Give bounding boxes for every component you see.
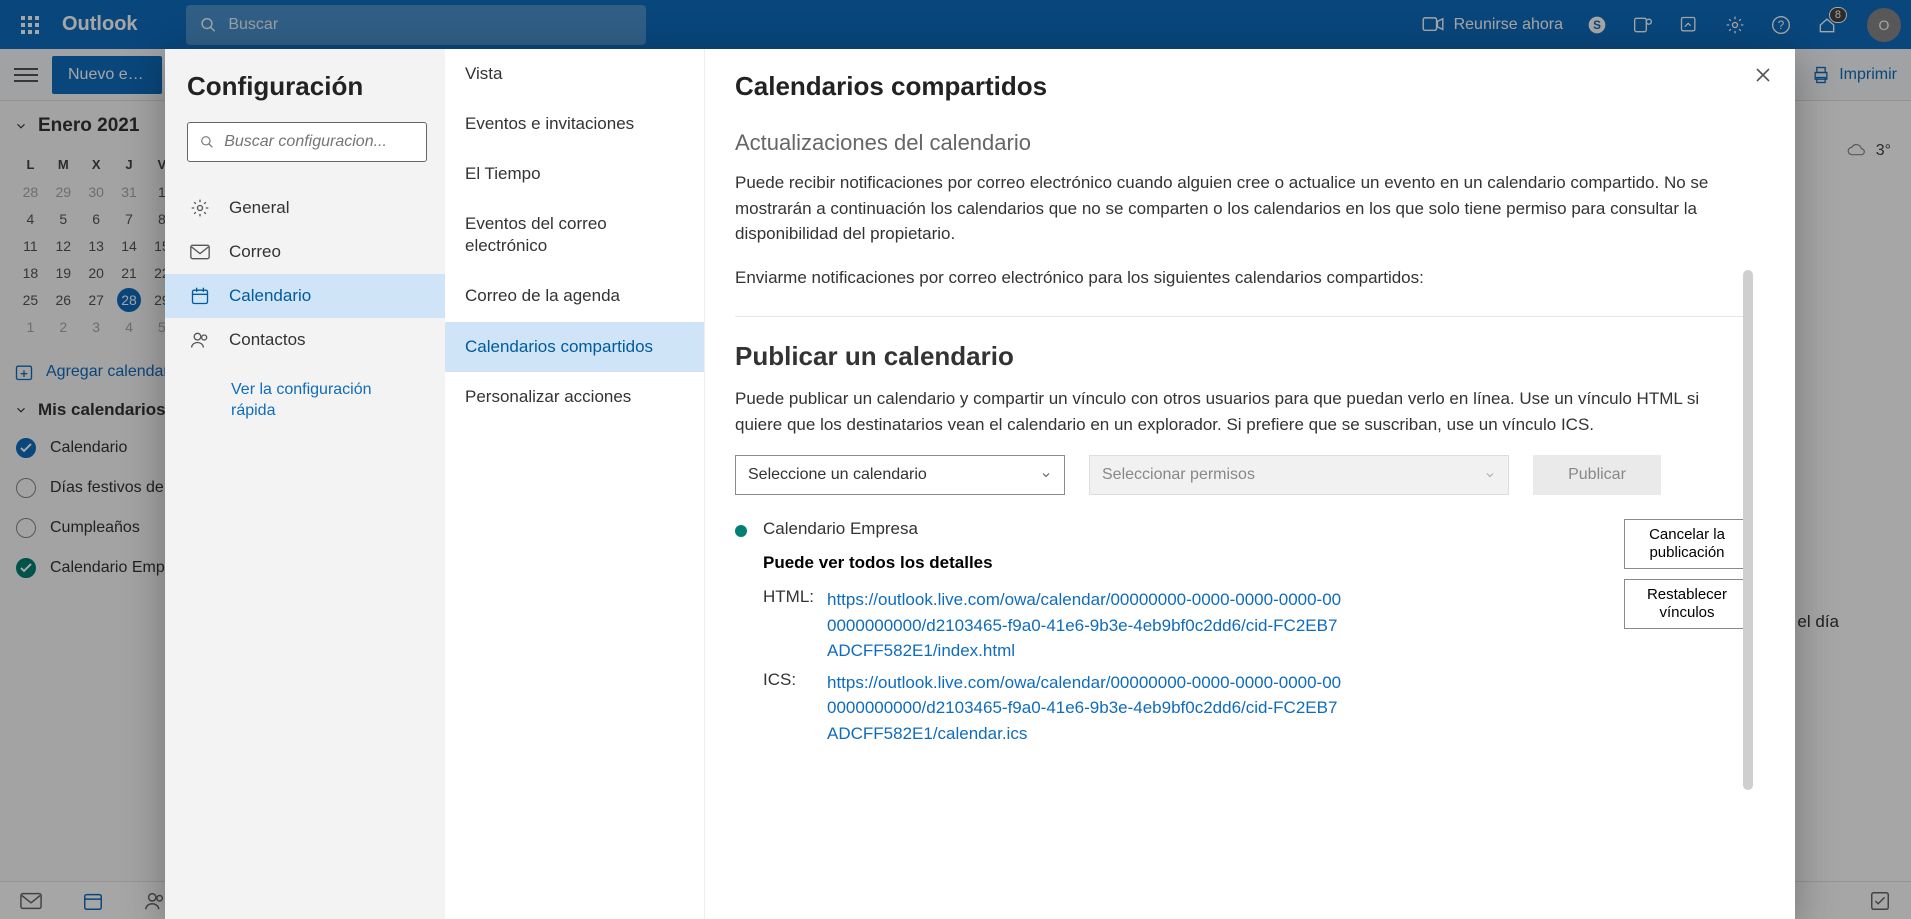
updates-prompt: Enviarme notificaciones por correo elect… xyxy=(735,265,1750,291)
settings-nav-calendario[interactable]: Calendario xyxy=(165,274,445,318)
settings-subnav-item[interactable]: Eventos e invitaciones xyxy=(445,99,704,149)
reset-links-button[interactable]: Restablecer vínculos xyxy=(1624,579,1750,629)
quick-settings-link[interactable]: Ver la configuración rápida xyxy=(231,380,411,422)
settings-search[interactable] xyxy=(187,122,427,162)
settings-nav-general[interactable]: General xyxy=(187,186,445,230)
settings-primary-list: GeneralCorreoCalendarioContactos xyxy=(187,186,445,362)
settings-nav-contactos[interactable]: Contactos xyxy=(187,318,445,362)
publish-button: Publicar xyxy=(1533,455,1661,495)
publish-heading: Publicar un calendario xyxy=(735,341,1750,372)
settings-modal: Configuración GeneralCorreoCalendarioCon… xyxy=(165,49,1795,919)
published-cal-perm: Puede ver todos los detalles xyxy=(763,553,1608,573)
settings-content: Calendarios compartidos Actualizaciones … xyxy=(705,49,1795,919)
published-cal-name: Calendario Empresa xyxy=(763,519,1608,539)
settings-title: Configuración xyxy=(187,71,445,102)
calendar-select[interactable]: Seleccione un calendario xyxy=(735,455,1065,495)
publish-desc: Puede publicar un calendario y compartir… xyxy=(735,386,1750,437)
content-scrollbar[interactable] xyxy=(1743,270,1753,790)
settings-nav-secondary: VistaEventos e invitacionesEl TiempoEven… xyxy=(445,49,705,919)
close-icon xyxy=(1755,67,1771,83)
settings-nav-correo[interactable]: Correo xyxy=(187,230,445,274)
html-link[interactable]: https://outlook.live.com/owa/calendar/00… xyxy=(827,587,1347,664)
people-icon xyxy=(189,330,211,350)
settings-subnav-item[interactable]: Correo de la agenda xyxy=(445,271,704,321)
settings-subnav-item[interactable]: Personalizar acciones xyxy=(445,372,704,422)
updates-desc: Puede recibir notificaciones por correo … xyxy=(735,170,1750,247)
settings-subnav-item[interactable]: Eventos del correo electrónico xyxy=(445,199,704,271)
content-title: Calendarios compartidos xyxy=(735,71,1755,102)
search-icon xyxy=(200,134,214,150)
settings-subnav-item[interactable]: Calendarios compartidos xyxy=(445,322,704,372)
ics-label: ICS: xyxy=(763,670,817,747)
calendar-icon xyxy=(189,286,211,306)
updates-heading: Actualizaciones del calendario xyxy=(735,130,1750,156)
permissions-select: Seleccionar permisos xyxy=(1089,455,1509,495)
settings-search-input[interactable] xyxy=(224,133,414,151)
calendar-color-dot xyxy=(735,525,747,537)
settings-subnav-item[interactable]: El Tiempo xyxy=(445,149,704,199)
close-button[interactable] xyxy=(1755,67,1771,83)
ics-link[interactable]: https://outlook.live.com/owa/calendar/00… xyxy=(827,670,1347,747)
html-label: HTML: xyxy=(763,587,817,664)
cancel-publish-button[interactable]: Cancelar la publicación xyxy=(1624,519,1750,569)
gear-icon xyxy=(189,198,211,218)
mail-icon xyxy=(189,244,211,260)
settings-nav-primary: Configuración GeneralCorreoCalendarioCon… xyxy=(165,49,445,919)
settings-subnav-item[interactable]: Vista xyxy=(445,49,704,99)
chevron-down-icon xyxy=(1040,469,1052,481)
chevron-down-icon xyxy=(1484,469,1496,481)
